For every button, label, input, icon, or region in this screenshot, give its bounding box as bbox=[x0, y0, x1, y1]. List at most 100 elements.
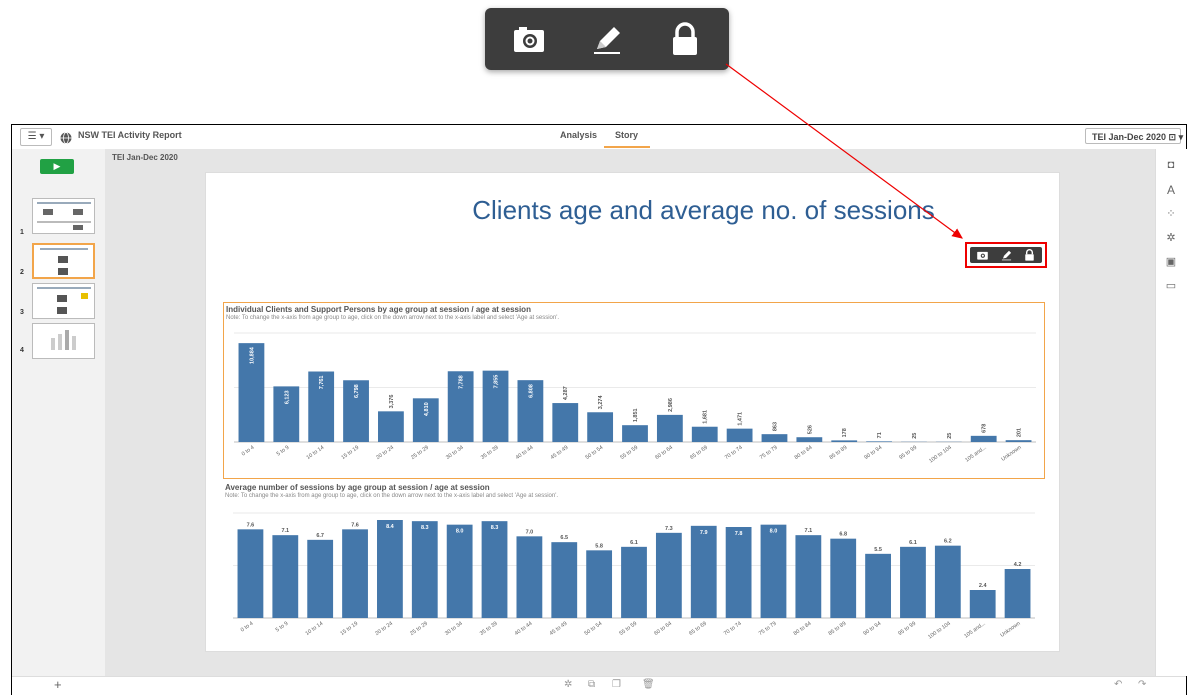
bar[interactable] bbox=[900, 546, 926, 618]
embed-sheet-icon[interactable]: ▭ bbox=[1164, 279, 1178, 293]
x-tick-label: 60 to 64 bbox=[653, 621, 673, 637]
slide-thumbnail[interactable] bbox=[32, 323, 95, 359]
data-label: 1,471 bbox=[738, 412, 744, 426]
bar[interactable] bbox=[725, 527, 752, 618]
copy-icon[interactable]: ❐ bbox=[612, 679, 621, 690]
x-tick-label: 30 to 34 bbox=[445, 445, 465, 461]
bar[interactable] bbox=[411, 521, 438, 618]
x-tick-label: Unknown bbox=[999, 621, 1021, 639]
data-label: 7.6 bbox=[351, 522, 359, 528]
x-tick-label: 55 to 59 bbox=[619, 445, 639, 461]
bar[interactable] bbox=[866, 441, 892, 442]
bar[interactable] bbox=[481, 521, 508, 618]
bar[interactable] bbox=[830, 538, 857, 618]
chart-avg-sessions-by-age[interactable]: Average number of sessions by age group … bbox=[223, 481, 1045, 649]
data-label: 7,855 bbox=[494, 375, 500, 389]
tab-story[interactable]: Story bbox=[615, 130, 638, 140]
x-tick-label: 45 to 49 bbox=[549, 621, 569, 637]
x-tick-label: 25 to 29 bbox=[410, 445, 430, 461]
bar[interactable] bbox=[690, 525, 717, 618]
bar[interactable] bbox=[551, 542, 578, 618]
bar[interactable] bbox=[831, 440, 858, 442]
bar[interactable] bbox=[655, 532, 682, 618]
slide-thumbnail[interactable] bbox=[32, 198, 95, 234]
slide-number: 3 bbox=[20, 309, 24, 316]
x-tick-label: 10 to 14 bbox=[305, 621, 325, 637]
data-label: 1,681 bbox=[703, 410, 709, 424]
bar[interactable] bbox=[691, 426, 718, 442]
pencil-icon[interactable] bbox=[1000, 249, 1013, 261]
bar[interactable] bbox=[622, 425, 648, 442]
tab-analysis[interactable]: Analysis bbox=[560, 130, 597, 140]
bar[interactable] bbox=[237, 529, 264, 618]
x-tick-label: 15 to 19 bbox=[339, 621, 359, 637]
bar[interactable] bbox=[760, 524, 787, 618]
chart-clients-by-age[interactable]: Individual Clients and Support Persons b… bbox=[223, 302, 1045, 479]
data-label: 201 bbox=[1017, 428, 1023, 437]
bottom-bar: + ✲ ⧉ ❐ 🗑 ↶ ↷ bbox=[12, 676, 1186, 695]
slide-number: 4 bbox=[20, 347, 24, 354]
chart-object-toolbar bbox=[970, 247, 1042, 263]
camera-icon[interactable] bbox=[511, 22, 547, 56]
pencil-icon[interactable] bbox=[589, 22, 625, 56]
shapes-icon[interactable]: ⁘ bbox=[1164, 207, 1178, 221]
x-tick-label: 95 to 99 bbox=[898, 445, 918, 461]
data-label: 178 bbox=[842, 428, 848, 437]
bar[interactable] bbox=[970, 435, 997, 442]
right-toolbar: ◘ A ⁘ ✲ ▣ ▭ bbox=[1155, 149, 1187, 676]
bar[interactable] bbox=[587, 412, 614, 442]
add-slide-button[interactable]: + bbox=[54, 677, 62, 692]
effects-icon[interactable]: ✲ bbox=[564, 679, 572, 690]
top-bar: ☰ ▾ NSW TEI Activity Report Analysis Sto… bbox=[12, 125, 1186, 150]
data-label: 3,376 bbox=[389, 395, 395, 409]
app-window: ☰ ▾ NSW TEI Activity Report Analysis Sto… bbox=[11, 124, 1187, 695]
data-label: 71 bbox=[877, 432, 883, 438]
bar[interactable] bbox=[796, 437, 823, 442]
redo-icon[interactable]: ↷ bbox=[1138, 679, 1146, 690]
bar[interactable] bbox=[1005, 440, 1032, 442]
bar[interactable] bbox=[865, 553, 891, 618]
x-tick-label: 105 and... bbox=[963, 620, 987, 639]
play-story-button[interactable]: ▶ bbox=[40, 159, 74, 174]
x-tick-label: 80 to 84 bbox=[793, 621, 813, 637]
text-icon[interactable]: A bbox=[1164, 183, 1178, 197]
slide-thumbnail-active[interactable] bbox=[32, 243, 95, 279]
effects-icon[interactable]: ✲ bbox=[1164, 231, 1178, 245]
bar[interactable] bbox=[726, 428, 753, 442]
data-label: 7.9 bbox=[700, 530, 708, 536]
camera-icon[interactable] bbox=[976, 249, 989, 261]
bar[interactable] bbox=[656, 414, 683, 442]
bar[interactable] bbox=[378, 411, 404, 442]
story-selector[interactable]: TEI Jan-Dec 2020 ⊡ ▾ bbox=[1085, 128, 1183, 144]
bar[interactable] bbox=[586, 550, 613, 618]
x-tick-label: 0 to 4 bbox=[241, 445, 256, 458]
lock-icon[interactable] bbox=[1023, 249, 1036, 261]
bar[interactable] bbox=[516, 536, 543, 618]
bar[interactable] bbox=[377, 520, 403, 618]
bar[interactable] bbox=[761, 434, 788, 442]
lock-icon[interactable] bbox=[667, 22, 703, 56]
bar[interactable] bbox=[969, 590, 996, 618]
bar[interactable] bbox=[621, 546, 647, 618]
bar[interactable] bbox=[552, 403, 579, 442]
x-tick-label: 45 to 49 bbox=[550, 445, 570, 461]
duplicate-icon[interactable]: ⧉ bbox=[588, 679, 595, 690]
bar[interactable] bbox=[795, 535, 822, 618]
slide-thumbnail[interactable] bbox=[32, 283, 95, 319]
x-tick-label: 50 to 54 bbox=[584, 621, 604, 637]
navigation-menu-button[interactable]: ☰ ▾ bbox=[20, 128, 52, 146]
data-label: 1,851 bbox=[633, 408, 639, 422]
camera-icon[interactable]: ◘ bbox=[1164, 159, 1178, 173]
bar[interactable] bbox=[446, 524, 473, 618]
bar[interactable] bbox=[307, 539, 334, 618]
bar[interactable] bbox=[342, 529, 368, 618]
bar[interactable] bbox=[272, 535, 299, 618]
bar[interactable] bbox=[1004, 569, 1031, 618]
undo-icon[interactable]: ↶ bbox=[1114, 679, 1122, 690]
delete-icon[interactable]: 🗑 bbox=[642, 679, 655, 690]
bar[interactable] bbox=[934, 545, 961, 618]
x-tick-label: 100 to 104 bbox=[927, 621, 952, 641]
image-icon[interactable]: ▣ bbox=[1164, 255, 1178, 269]
x-tick-label: 105 and... bbox=[964, 444, 988, 463]
data-label: 4.2 bbox=[1014, 562, 1022, 568]
